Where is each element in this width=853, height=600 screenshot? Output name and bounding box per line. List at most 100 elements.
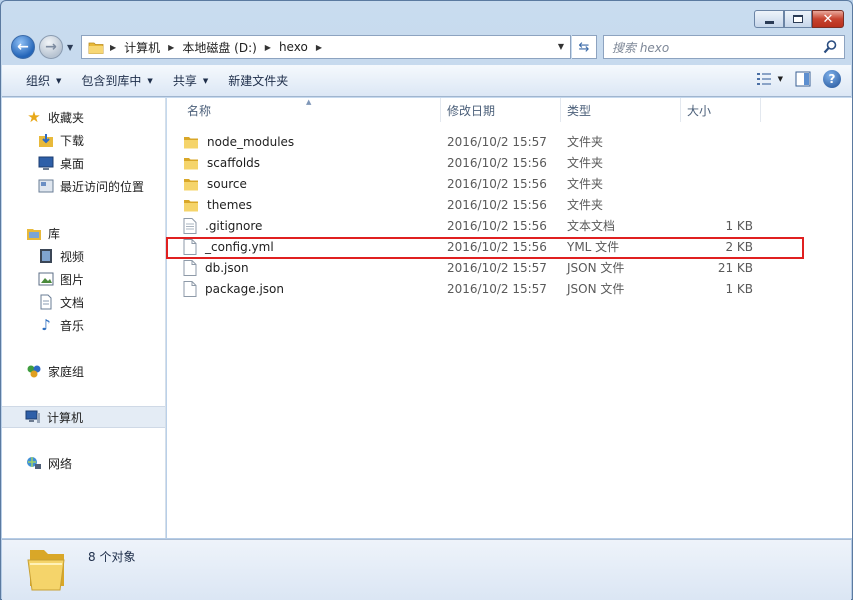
view-dropdown-icon[interactable]: ▼ — [778, 75, 783, 83]
refresh-icon: ⇆ — [578, 39, 590, 55]
item-count: 8 个对象 — [88, 550, 136, 564]
file-name: db.json — [205, 260, 249, 275]
breadcrumb: ▶ 计算机 ▶ 本地磁盘 (D:) ▶ hexo ▶ — [110, 39, 322, 56]
nav-network-label: 网络 — [48, 456, 73, 471]
arrow-left-icon: ← — [17, 39, 29, 55]
column-header-date[interactable]: 修改日期 — [441, 98, 561, 122]
search-input[interactable]: 搜索 hexo — [603, 35, 845, 59]
nav-network[interactable]: 网络 — [26, 452, 72, 474]
column-header-size[interactable]: 大小 — [681, 98, 761, 122]
file-size: 1 KB — [725, 218, 753, 233]
forward-button[interactable]: → — [39, 35, 63, 59]
file-icon — [183, 280, 197, 297]
file-row[interactable]: themes 2016/10/2 15:56 文件夹 — [183, 194, 803, 215]
file-name-cell: .gitignore — [183, 217, 262, 234]
folder-icon — [184, 136, 198, 148]
file-type: 文件夹 — [567, 156, 604, 170]
file-date: 2016/10/2 15:57 — [447, 281, 547, 296]
chevron-down-icon: ▼ — [202, 76, 209, 85]
file-date: 2016/10/2 15:56 — [447, 155, 547, 170]
nav-computer[interactable]: 计算机 — [2, 406, 165, 428]
help-icon[interactable]: ? — [823, 70, 841, 88]
column-header-name[interactable]: 名称 — [181, 98, 441, 122]
desktop-icon — [38, 156, 54, 170]
file-row[interactable]: package.json 2016/10/2 15:57 JSON 文件 1 KB — [183, 278, 803, 299]
close-button[interactable]: ✕ — [812, 10, 844, 28]
column-type-label: 类型 — [567, 103, 592, 118]
recent-places-icon — [38, 179, 54, 193]
video-icon — [40, 249, 52, 263]
file-size: 1 KB — [725, 281, 753, 296]
file-name-cell: themes — [183, 198, 252, 212]
file-icon — [183, 259, 197, 276]
nav-recent-places[interactable]: 最近访问的位置 — [38, 175, 144, 197]
breadcrumb-separator-icon[interactable]: ▶ — [316, 43, 322, 52]
nav-pictures-label: 图片 — [60, 272, 85, 287]
file-row[interactable]: source 2016/10/2 15:56 文件夹 — [183, 173, 803, 194]
library-icon — [27, 229, 41, 240]
organize-label: 组织 — [26, 74, 51, 88]
include-library-label: 包含到库中 — [81, 74, 142, 88]
chevron-down-icon: ▼ — [147, 76, 153, 85]
document-icon — [40, 294, 52, 310]
nav-pictures[interactable]: 图片 — [38, 268, 84, 290]
file-row[interactable]: scaffolds 2016/10/2 15:56 文件夹 — [183, 152, 803, 173]
network-icon — [27, 457, 41, 469]
toolbar-right: ▼ ? — [756, 70, 841, 88]
file-type: 文本文档 — [567, 219, 616, 233]
nav-downloads[interactable]: 下载 — [38, 129, 84, 151]
star-icon: ★ — [27, 108, 41, 126]
breadcrumb-computer[interactable]: 计算机 — [124, 39, 160, 56]
breadcrumb-separator-icon[interactable]: ▶ — [110, 43, 116, 52]
recent-pages-dropdown-icon[interactable]: ▼ — [67, 43, 73, 52]
file-row[interactable]: db.json 2016/10/2 15:57 JSON 文件 21 KB — [183, 257, 803, 278]
address-dropdown-icon[interactable]: ▼ — [558, 42, 564, 51]
nav-music[interactable]: ♪ 音乐 — [38, 314, 84, 336]
folder-icon — [184, 157, 198, 169]
breadcrumb-separator-icon[interactable]: ▶ — [168, 43, 174, 52]
back-button[interactable]: ← — [11, 35, 35, 59]
chevron-down-icon: ▼ — [56, 76, 62, 85]
file-name-cell: package.json — [183, 280, 285, 297]
nav-videos[interactable]: 视频 — [38, 245, 84, 267]
address-bar[interactable]: ▶ 计算机 ▶ 本地磁盘 (D:) ▶ hexo ▶ ▼ — [81, 35, 571, 59]
file-type: 文件夹 — [567, 177, 604, 191]
organize-button[interactable]: 组织 ▼ — [16, 70, 71, 92]
nav-recent-label: 最近访问的位置 — [60, 179, 145, 194]
highlight-box — [166, 237, 804, 259]
file-name: package.json — [205, 281, 285, 296]
folder-icon — [88, 42, 104, 54]
homegroup-icon — [27, 365, 41, 378]
nav-libraries[interactable]: 库 — [26, 222, 60, 244]
nav-documents[interactable]: 文档 — [38, 291, 84, 313]
nav-desktop[interactable]: 桌面 — [38, 152, 84, 174]
breadcrumb-drive[interactable]: 本地磁盘 (D:) — [182, 39, 256, 56]
maximize-button[interactable] — [784, 10, 812, 28]
file-row[interactable]: node_modules 2016/10/2 15:57 文件夹 — [183, 131, 803, 152]
file-row[interactable]: .gitignore 2016/10/2 15:56 文本文档 1 KB — [183, 215, 803, 236]
breadcrumb-separator-icon[interactable]: ▶ — [265, 43, 271, 52]
downloads-icon — [39, 134, 53, 147]
nav-computer-label: 计算机 — [47, 410, 84, 425]
file-date: 2016/10/2 15:56 — [447, 197, 547, 212]
new-folder-button[interactable]: 新建文件夹 — [218, 70, 298, 92]
picture-icon — [38, 272, 54, 286]
view-options-icon[interactable] — [756, 72, 772, 86]
file-name: source — [207, 176, 247, 191]
details-pane: 8 个对象 — [2, 539, 851, 600]
include-in-library-button[interactable]: 包含到库中 ▼ — [71, 70, 162, 92]
refresh-button[interactable]: ⇆ — [572, 35, 597, 59]
share-button[interactable]: 共享 ▼ — [163, 70, 218, 92]
preview-pane-icon[interactable] — [795, 71, 811, 87]
search-icon[interactable] — [822, 39, 838, 55]
file-date: 2016/10/2 15:56 — [447, 218, 547, 233]
nav-favorites[interactable]: ★ 收藏夹 — [26, 106, 84, 128]
caption-buttons: ✕ — [754, 10, 844, 28]
maximize-icon — [793, 15, 803, 23]
breadcrumb-hexo[interactable]: hexo — [279, 40, 308, 54]
file-type: 文件夹 — [567, 135, 604, 149]
minimize-button[interactable] — [754, 10, 784, 28]
nav-homegroup[interactable]: 家庭组 — [26, 360, 84, 382]
column-header-type[interactable]: 类型 — [561, 98, 681, 122]
file-name: themes — [207, 197, 253, 212]
